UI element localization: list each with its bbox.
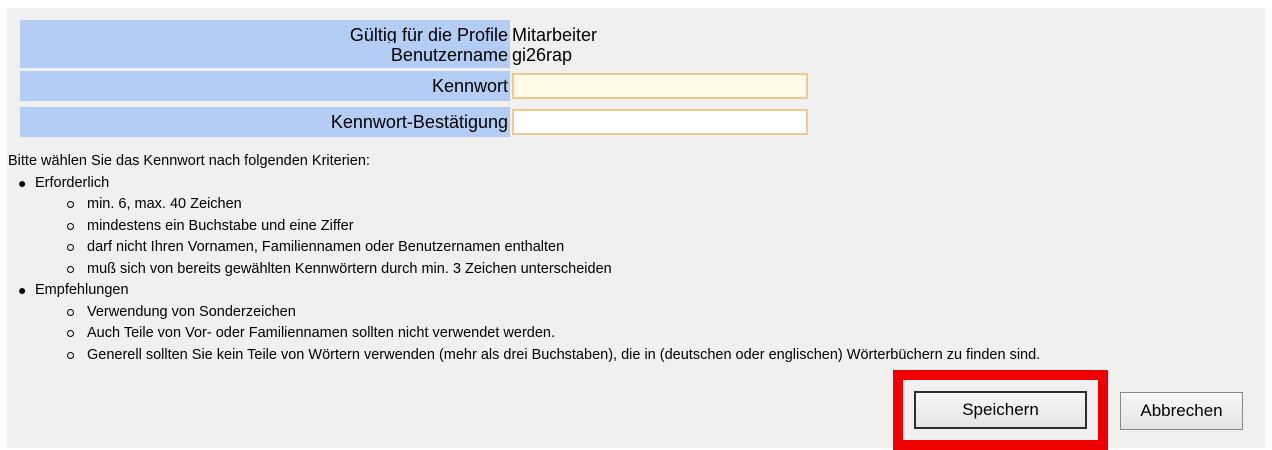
- bullet-icon: ●: [18, 282, 27, 298]
- password-change-panel: Gültig für die Profile Mitarbeiter Benut…: [7, 8, 1265, 450]
- criteria-intro: Bitte wählen Sie das Kennwort nach folge…: [8, 153, 370, 169]
- circle-bullet-icon: [67, 308, 74, 316]
- circle-bullet-icon: [67, 244, 74, 251]
- list-item: Auch Teile von Vor- oder Familiennamen s…: [8, 323, 1040, 345]
- list-item: min. 6, max. 40 Zeichen: [8, 194, 1040, 216]
- circle-bullet-icon: [67, 351, 74, 359]
- criteria-text: Auch Teile von Vor- oder Familiennamen s…: [87, 325, 556, 341]
- criteria-text: Generell sollten Sie kein Teile von Wört…: [87, 346, 1041, 363]
- password-input[interactable]: [512, 73, 808, 99]
- recommended-group: ● Empfehlungen: [8, 280, 1040, 302]
- list-item: darf nicht Ihren Vornamen, Familiennamen…: [8, 237, 1040, 259]
- list-item: Generell sollten Sie kein Teile von Wört…: [8, 345, 1040, 367]
- username-value: gi26rap: [512, 45, 573, 65]
- criteria-text: mindestens ein Buchstabe und eine Ziffer: [87, 217, 354, 234]
- criteria-text: muß sich von bereits gewählten Kennwörte…: [87, 260, 612, 277]
- password-row: Kennwort: [20, 71, 808, 101]
- list-item: mindestens ein Buchstabe und eine Ziffer: [8, 216, 1040, 238]
- username-row: Benutzername gi26rap: [20, 43, 572, 68]
- circle-bullet-icon: [67, 201, 74, 208]
- required-label: Erforderlich: [35, 174, 110, 191]
- password-confirm-label: Kennwort-Bestätigung: [20, 107, 510, 137]
- password-label: Kennwort: [20, 71, 510, 101]
- criteria-text: min. 6, max. 40 Zeichen: [87, 196, 242, 212]
- list-item: Verwendung von Sonderzeichen: [8, 302, 1040, 324]
- password-confirm-input[interactable]: [512, 109, 808, 135]
- required-group: ● Erforderlich: [8, 173, 1040, 195]
- bullet-icon: ●: [18, 174, 27, 191]
- password-criteria: Bitte wählen Sie das Kennwort nach folge…: [8, 151, 1040, 366]
- username-label: Benutzername: [20, 43, 510, 68]
- password-confirm-row: Kennwort-Bestätigung: [20, 107, 808, 137]
- circle-bullet-icon: [67, 222, 74, 230]
- save-button[interactable]: Speichern: [914, 391, 1087, 429]
- recommended-label: Empfehlungen: [35, 282, 129, 298]
- circle-bullet-icon: [67, 265, 74, 273]
- list-item: muß sich von bereits gewählten Kennwörte…: [8, 259, 1040, 281]
- cancel-button[interactable]: Abbrechen: [1120, 392, 1243, 430]
- circle-bullet-icon: [67, 330, 74, 337]
- criteria-text: Verwendung von Sonderzeichen: [87, 303, 296, 320]
- criteria-text: darf nicht Ihren Vornamen, Familiennamen…: [87, 239, 565, 255]
